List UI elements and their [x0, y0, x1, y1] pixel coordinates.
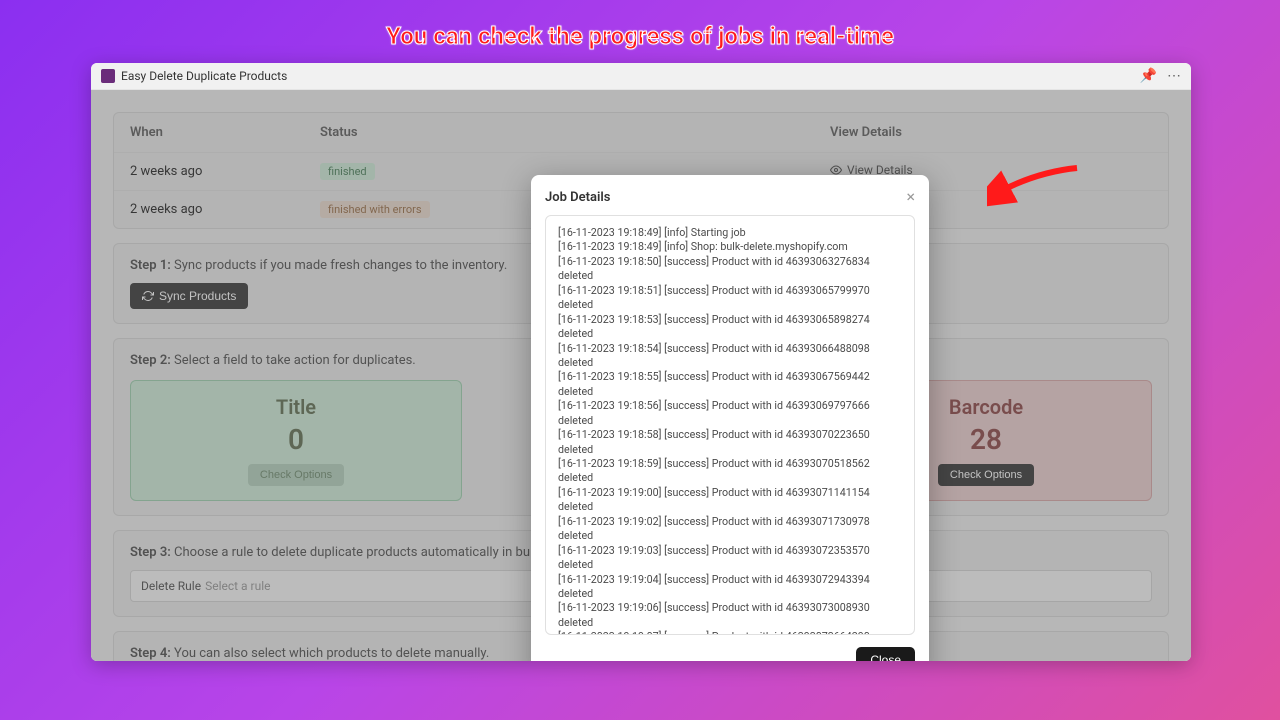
- log-line: [16-11-2023 19:19:02] [success] Product …: [558, 515, 902, 544]
- log-line: [16-11-2023 19:19:04] [success] Product …: [558, 573, 902, 602]
- log-line: [16-11-2023 19:19:07] [success] Product …: [558, 630, 902, 635]
- log-line: [16-11-2023 19:18:55] [success] Product …: [558, 370, 902, 399]
- close-button[interactable]: Close: [856, 647, 915, 661]
- job-details-modal: Job Details × [16-11-2023 19:18:49] [inf…: [531, 175, 929, 661]
- app-logo-icon: [101, 69, 115, 83]
- log-line: [16-11-2023 19:19:00] [success] Product …: [558, 486, 902, 515]
- app-title: Easy Delete Duplicate Products: [121, 69, 287, 83]
- marketing-caption: You can check the progress of jobs in re…: [0, 22, 1280, 50]
- pin-icon[interactable]: 📌: [1140, 68, 1157, 84]
- log-line: [16-11-2023 19:18:49] [info] Starting jo…: [558, 226, 902, 240]
- log-line: [16-11-2023 19:18:50] [success] Product …: [558, 255, 902, 284]
- log-line: [16-11-2023 19:18:51] [success] Product …: [558, 284, 902, 313]
- titlebar: Easy Delete Duplicate Products 📌 ⋯: [91, 63, 1191, 90]
- log-line: [16-11-2023 19:19:06] [success] Product …: [558, 601, 902, 630]
- log-line: [16-11-2023 19:18:59] [success] Product …: [558, 457, 902, 486]
- modal-title: Job Details: [545, 190, 610, 205]
- log-output: [16-11-2023 19:18:49] [info] Starting jo…: [545, 215, 915, 635]
- log-line: [16-11-2023 19:18:53] [success] Product …: [558, 313, 902, 342]
- log-line: [16-11-2023 19:19:03] [success] Product …: [558, 544, 902, 573]
- more-icon[interactable]: ⋯: [1167, 68, 1181, 84]
- log-line: [16-11-2023 19:18:58] [success] Product …: [558, 428, 902, 457]
- log-line: [16-11-2023 19:18:56] [success] Product …: [558, 399, 902, 428]
- log-line: [16-11-2023 19:18:54] [success] Product …: [558, 342, 902, 371]
- close-icon[interactable]: ×: [906, 189, 915, 205]
- log-line: [16-11-2023 19:18:49] [info] Shop: bulk-…: [558, 240, 902, 254]
- app-window: Easy Delete Duplicate Products 📌 ⋯ When …: [91, 63, 1191, 661]
